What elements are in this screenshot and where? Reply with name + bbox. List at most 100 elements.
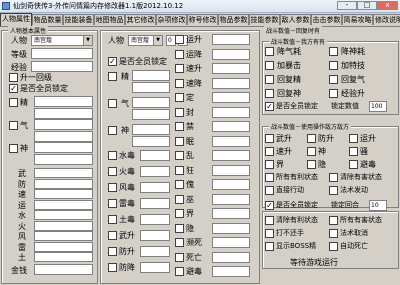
mid-c1-input-7[interactable]: [140, 262, 170, 273]
qi-input[interactable]: [34, 119, 93, 130]
mid-c2-input-5[interactable]: [212, 106, 250, 118]
mid-c1-checkbox-3[interactable]: [108, 199, 117, 208]
enemy-checkbox-0-2[interactable]: [349, 134, 358, 143]
qi-checkbox[interactable]: [9, 121, 18, 130]
all-lock-checkbox[interactable]: ✓: [9, 84, 18, 93]
attr-input-1[interactable]: [34, 178, 93, 189]
mid-c2-checkbox-9[interactable]: [175, 165, 184, 175]
mid-c1-checkbox-5[interactable]: [108, 231, 117, 240]
misc-checkbox-4[interactable]: [265, 242, 274, 251]
attr-input-7[interactable]: [34, 241, 93, 252]
mid-c2-input-10[interactable]: [212, 179, 250, 190]
mid-c1-input-1[interactable]: [140, 166, 170, 177]
qi-max-input[interactable]: [34, 131, 93, 142]
mid-c1-input-3[interactable]: [140, 198, 170, 209]
mid-shen-input[interactable]: [132, 124, 170, 135]
mid-c2-input-1[interactable]: [212, 48, 250, 60]
enemy-lock-round-input[interactable]: 10: [369, 200, 387, 211]
ally-lock-checkbox[interactable]: ✓: [265, 102, 274, 111]
tab-7[interactable]: 物品参数: [218, 14, 249, 25]
ally-checkbox-3-1[interactable]: [329, 89, 338, 98]
mid-c2-input-15[interactable]: [212, 251, 250, 263]
enemy-checkbox-2-1[interactable]: [307, 160, 316, 169]
attr-input-0[interactable]: [34, 168, 93, 178]
mid-shen-checkbox[interactable]: [108, 126, 117, 135]
ally-checkbox-2-0[interactable]: [265, 75, 274, 84]
attr-input-2[interactable]: [34, 189, 93, 199]
enemy-checkbox-1-0[interactable]: [265, 147, 274, 156]
mid-c2-input-14[interactable]: [212, 237, 250, 248]
tab-10[interactable]: 击击参数: [311, 14, 342, 25]
mid-c2-input-2[interactable]: [212, 63, 250, 74]
close-button[interactable]: x: [377, 1, 398, 10]
mid-jing-input[interactable]: [132, 70, 170, 81]
mid-c1-input-6[interactable]: [140, 246, 170, 257]
enemy-row-checkbox-1[interactable]: [329, 173, 338, 182]
tab-5[interactable]: 杂项修改: [156, 14, 187, 25]
enemy-checkbox-2-2[interactable]: [349, 160, 358, 169]
mid-c2-checkbox-8[interactable]: [175, 151, 184, 160]
attr-input-3[interactable]: [34, 199, 93, 210]
tab-6[interactable]: 称号修改: [187, 14, 218, 25]
mid-shen-max-input[interactable]: [132, 136, 170, 147]
mid-c2-input-8[interactable]: [212, 150, 250, 161]
jing-input[interactable]: [34, 96, 93, 107]
attr-input-6[interactable]: [34, 231, 93, 241]
attr-input-5[interactable]: [34, 220, 93, 231]
enemy-checkbox-1-1[interactable]: [307, 147, 316, 156]
mid-c2-input-0[interactable]: [212, 34, 250, 45]
mid-c1-checkbox-1[interactable]: [108, 167, 117, 176]
mid-c2-input-12[interactable]: [212, 208, 250, 219]
mid-c2-checkbox-16[interactable]: [175, 267, 184, 276]
jing-checkbox[interactable]: [9, 98, 18, 107]
shen-checkbox[interactable]: [9, 144, 18, 153]
mid-c1-checkbox-2[interactable]: [108, 183, 117, 192]
tab-4[interactable]: 其它修改: [125, 14, 156, 25]
mid-c2-checkbox-10[interactable]: [175, 180, 184, 189]
mid-c2-checkbox-14[interactable]: [175, 238, 184, 247]
mid-c2-checkbox-13[interactable]: [175, 223, 184, 233]
mid-c2-checkbox-4[interactable]: [175, 93, 184, 102]
shen-max-input[interactable]: [34, 154, 93, 165]
attr-input-8[interactable]: [34, 252, 93, 262]
enemy-row-checkbox-2[interactable]: [265, 186, 274, 195]
mid-c1-input-4[interactable]: [140, 214, 170, 225]
ally-checkbox-0-1[interactable]: [329, 47, 338, 56]
shen-input[interactable]: [34, 142, 93, 153]
ally-checkbox-1-1[interactable]: [329, 61, 338, 70]
mid-c2-checkbox-11[interactable]: [175, 194, 184, 204]
enemy-row-checkbox-3[interactable]: [329, 186, 338, 195]
mid-c2-checkbox-6[interactable]: [175, 122, 184, 131]
mid-c1-input-2[interactable]: [140, 182, 170, 193]
attr-input-4[interactable]: [34, 210, 93, 220]
misc-checkbox-5[interactable]: [329, 242, 338, 251]
mid-c2-checkbox-5[interactable]: [175, 107, 184, 117]
mid-person-select[interactable]: 南宫煌 ▼: [128, 35, 163, 46]
mid-c2-input-4[interactable]: [212, 92, 250, 103]
mid-c2-input-16[interactable]: [212, 266, 250, 277]
tab-3[interactable]: 地图物品: [94, 14, 125, 25]
mid-c2-checkbox-3[interactable]: [175, 78, 184, 88]
maximize-button[interactable]: □: [357, 1, 377, 10]
enemy-lock-checkbox[interactable]: ✓: [265, 201, 274, 210]
mid-c2-checkbox-0[interactable]: [175, 35, 184, 44]
mid-c2-input-11[interactable]: [212, 193, 250, 205]
tab-8[interactable]: 技能参数: [249, 14, 280, 25]
mid-c1-checkbox-4[interactable]: [108, 215, 117, 224]
mid-c2-input-7[interactable]: [212, 135, 250, 147]
ally-checkbox-3-0[interactable]: [265, 89, 274, 98]
mid-lock-checkbox[interactable]: ✓: [108, 57, 117, 66]
ally-checkbox-2-1[interactable]: [329, 75, 338, 84]
mid-jing-max-input[interactable]: [132, 82, 170, 93]
level-input[interactable]: [31, 48, 93, 59]
enemy-row-checkbox-0[interactable]: [265, 173, 274, 182]
enemy-checkbox-0-1[interactable]: [307, 134, 316, 143]
tab-9[interactable]: 敌人参数: [280, 14, 311, 25]
misc-checkbox-1[interactable]: [329, 216, 338, 225]
enemy-checkbox-1-2[interactable]: [349, 147, 358, 156]
mid-qi-max-input[interactable]: [132, 109, 170, 120]
mid-jing-checkbox[interactable]: [108, 72, 117, 81]
ally-checkbox-1-0[interactable]: [265, 61, 274, 70]
tab-11[interactable]: 简易攻略: [342, 14, 373, 25]
misc-checkbox-2[interactable]: [265, 229, 274, 238]
